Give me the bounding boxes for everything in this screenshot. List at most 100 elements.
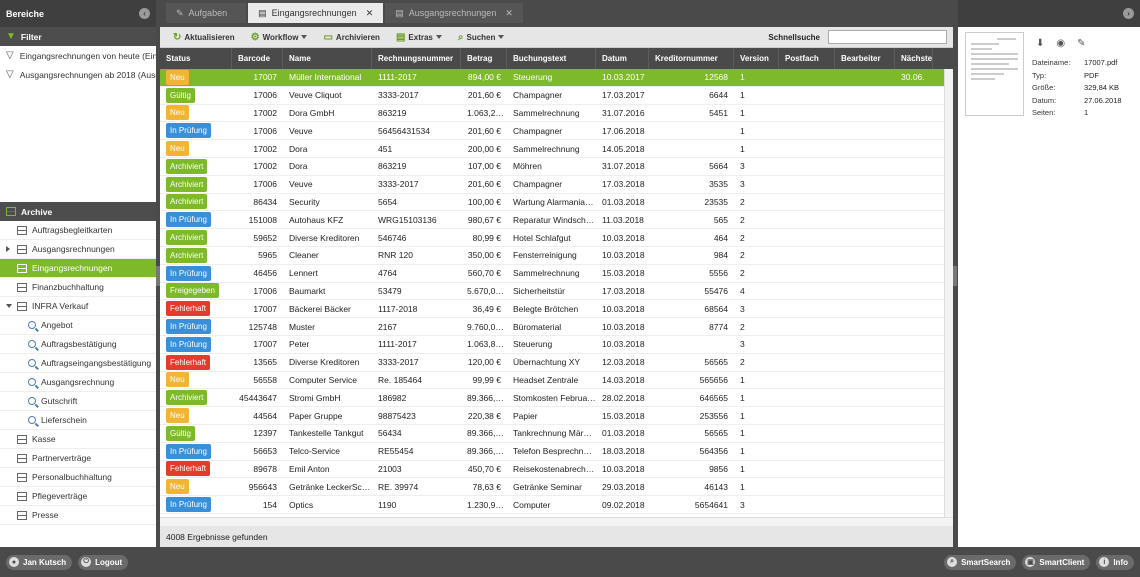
table-row[interactable]: Archiviert 59652 Diverse Kreditoren 546746 8… <box>160 229 953 247</box>
archive-button[interactable]: ▭ Archivieren <box>316 27 386 48</box>
table-cell: Hotel Schlafgut <box>513 232 571 243</box>
table-row[interactable]: In Prüfung 17006 Veuve 56456431534 201,60 € C… <box>160 122 953 141</box>
archive-tree-item[interactable]: Eingangsrechnungen <box>0 259 156 278</box>
archive-tree-item[interactable]: Ausgangsrechnungen <box>0 240 156 259</box>
column-header[interactable]: Version <box>734 48 779 69</box>
archive-tree-item[interactable]: Angebot <box>0 316 156 335</box>
archive-tree-item[interactable]: Pflegeverträge <box>0 487 156 506</box>
filter-item[interactable]: ▽ Eingangsrechnungen von heute (Eing <box>0 46 156 65</box>
column-header[interactable]: Bearbeiter <box>835 48 895 69</box>
table-row[interactable]: Gültig 12397 Tankestelle Tankgut 56434 89.36… <box>160 425 953 443</box>
table-cell: 01.03.2018 <box>602 196 645 207</box>
filter-header[interactable]: ▼ Filter <box>0 27 156 46</box>
table-row[interactable]: In Prüfung 151008 Autohaus KFZ WRG15103136 9… <box>160 211 953 230</box>
table-row[interactable]: Neu 56558 Computer Service Re. 185464 99,99 … <box>160 372 953 390</box>
expand-toggle-icon[interactable] <box>6 304 12 308</box>
column-header[interactable]: Buchungstext <box>507 48 596 69</box>
extras-button[interactable]: ▤ Extras <box>389 27 449 48</box>
column-header[interactable]: Postfach <box>779 48 835 69</box>
archive-tree-item[interactable]: Auftragseingangsbestätigung <box>0 354 156 373</box>
column-header[interactable]: Datum <box>596 48 649 69</box>
file-detail-key: Datum: <box>1032 95 1057 105</box>
table-row[interactable]: In Prüfung 154 Optics 1190 1.230,9… Computer 0… <box>160 496 953 514</box>
smartclient-button[interactable]: ▣ SmartClient <box>1022 554 1091 570</box>
table-row[interactable]: In Prüfung 125748 Muster 2167 9.760,0… Büroma… <box>160 318 953 336</box>
table-row[interactable]: Archiviert 45443647 Stromi GmbH 186982 89.36… <box>160 389 953 408</box>
eye-icon[interactable]: ◉ <box>1056 38 1065 49</box>
archive-tree-item[interactable]: Personalbuchhaltung <box>0 468 156 487</box>
table-row[interactable]: Freigegeben 17006 Baumarkt 53479 5.670,0… Sic… <box>160 283 953 301</box>
table-row[interactable]: Fehlerhaft 17007 Bäckerei Bäcker 1117-2018 3… <box>160 300 953 319</box>
table-row[interactable]: In Prüfung 46456 Lennert 4764 560,70 € Sammel… <box>160 265 953 283</box>
vertical-scrollbar[interactable] <box>944 69 953 526</box>
column-header[interactable]: Nächster <box>895 48 933 69</box>
collapse-left-icon[interactable]: ‹ <box>139 8 150 19</box>
tab-aufgaben[interactable]: ✎ Aufgaben <box>166 3 247 23</box>
close-icon[interactable]: ✕ <box>505 8 513 19</box>
column-header[interactable]: Kreditornummer <box>649 48 734 69</box>
expand-toggle-icon[interactable] <box>6 246 12 252</box>
archive-tree-item[interactable]: Presse <box>0 506 156 525</box>
archive-tree-item[interactable]: Auftragsbestätigung <box>0 335 156 354</box>
table-row[interactable]: Neu 956643 Getränke LeckerSc… RE. 39974 78,6… <box>160 478 953 497</box>
table-row[interactable]: Archiviert 17006 Veuve 3333-2017 201,60 € Cha… <box>160 176 953 194</box>
archive-tree-item[interactable]: Gutschrift <box>0 392 156 411</box>
table-row[interactable]: Archiviert 5965 Cleaner RNR 120 350,00 € Fens… <box>160 247 953 265</box>
table-row[interactable]: Archiviert 86434 Security 5654 100,00 € Wartu… <box>160 194 953 212</box>
archive-tree-item[interactable]: Ausgangsrechnung <box>0 373 156 392</box>
table-cell: Übernachtung XY <box>513 357 581 368</box>
table-row[interactable]: In Prüfung 56653 Telco-Service RE55454 89.36… <box>160 443 953 461</box>
table-row[interactable]: Fehlerhaft 89678 Emil Anton 21003 450,70 € Re… <box>160 461 953 479</box>
archive-tree-item[interactable]: Auftragsbegleitkarten <box>0 221 156 240</box>
table-row[interactable]: Neu 17007 Müller International 1111-2017 894… <box>160 69 953 87</box>
download-icon[interactable]: ⬇ <box>1036 38 1044 49</box>
quicksearch-input[interactable] <box>828 30 947 44</box>
pencil-icon[interactable]: ✎ <box>1077 38 1085 49</box>
column-header[interactable]: Betrag <box>461 48 507 69</box>
column-header[interactable]: Name <box>283 48 372 69</box>
table-cell: 14.03.2018 <box>602 374 645 385</box>
table-row[interactable]: In Prüfung 17007 Peter 1111-2017 1.063,8… Ste… <box>160 336 953 354</box>
archive-header[interactable]: Archive <box>0 202 156 221</box>
smartsearch-button[interactable]: ⌕ SmartSearch <box>944 554 1017 570</box>
column-header[interactable]: Barcode <box>232 48 283 69</box>
archive-tree-item[interactable]: Lieferschein <box>0 411 156 430</box>
archive-tree-item[interactable]: Kasse <box>0 430 156 449</box>
file-detail-row: Dateiname: 17007.pdf <box>1032 57 1122 70</box>
table-cell: 3333-2017 <box>378 90 419 101</box>
close-icon[interactable]: ✕ <box>366 8 374 19</box>
column-header[interactable]: Rechnungsnummer <box>372 48 461 69</box>
user-button[interactable]: ● Jan Kutsch <box>6 554 73 570</box>
search-button[interactable]: ⌕ Suchen <box>451 27 512 48</box>
column-header[interactable]: Status <box>160 48 232 69</box>
collapse-right-icon[interactable]: › <box>1123 8 1134 19</box>
archive-tree-item[interactable]: INFRA Verkauf <box>0 297 156 316</box>
info-button[interactable]: i Info <box>1096 554 1134 570</box>
table-cell: Dora <box>289 161 308 172</box>
table-row[interactable]: Gültig 17006 Veuve Cliquot 3333-2017 201,60 … <box>160 87 953 105</box>
table-row[interactable]: Archiviert 17002 Dora 863219 107,00 € Möhren 3… <box>160 158 953 176</box>
table-row[interactable]: Neu 17002 Dora GmbH 863219 1.063,2… Sammelrec… <box>160 105 953 123</box>
tab-ausgangsrechnungen[interactable]: ▤ Ausgangsrechnungen ✕ <box>385 3 523 23</box>
table-row[interactable]: Neu 44564 Paper Gruppe 98875423 220,38 € Papi… <box>160 407 953 425</box>
tab-eingangsrechnungen[interactable]: ▤ Eingangsrechnungen ✕ <box>248 3 384 23</box>
logout-button[interactable]: ⏻ Logout <box>78 554 129 570</box>
document-preview[interactable] <box>965 32 1024 116</box>
table-row[interactable]: Fehlerhaft 13565 Diverse Kreditoren 3333-20… <box>160 354 953 372</box>
refresh-button[interactable]: ↻ Aktualisieren <box>166 27 242 48</box>
right-splitter[interactable] <box>953 266 957 286</box>
table-row[interactable]: Neu 17002 Dora 451 200,00 € Sammelrechnung 14.… <box>160 140 953 158</box>
table-cell: Gültig <box>160 425 232 441</box>
filter-item[interactable]: ▽ Ausgangsrechnungen ab 2018 (Ausg <box>0 65 156 84</box>
workflow-button[interactable]: ⚙ Workflow <box>244 27 315 48</box>
table-cell: 1 <box>740 72 745 83</box>
table-cell: 15.03.2018 <box>602 410 645 421</box>
user-label: Jan Kutsch <box>23 557 67 567</box>
table-cell: 56434 <box>378 428 402 439</box>
table-cell: 89.366,… <box>467 392 504 403</box>
archive-tree-item[interactable]: Finanzbuchhaltung <box>0 278 156 297</box>
horizontal-scrollbar[interactable] <box>160 517 953 526</box>
archive-tree-item[interactable]: Partnerverträge <box>0 449 156 468</box>
table-cell: 01.03.2018 <box>602 428 645 439</box>
table-cell: 5654 <box>378 196 397 207</box>
